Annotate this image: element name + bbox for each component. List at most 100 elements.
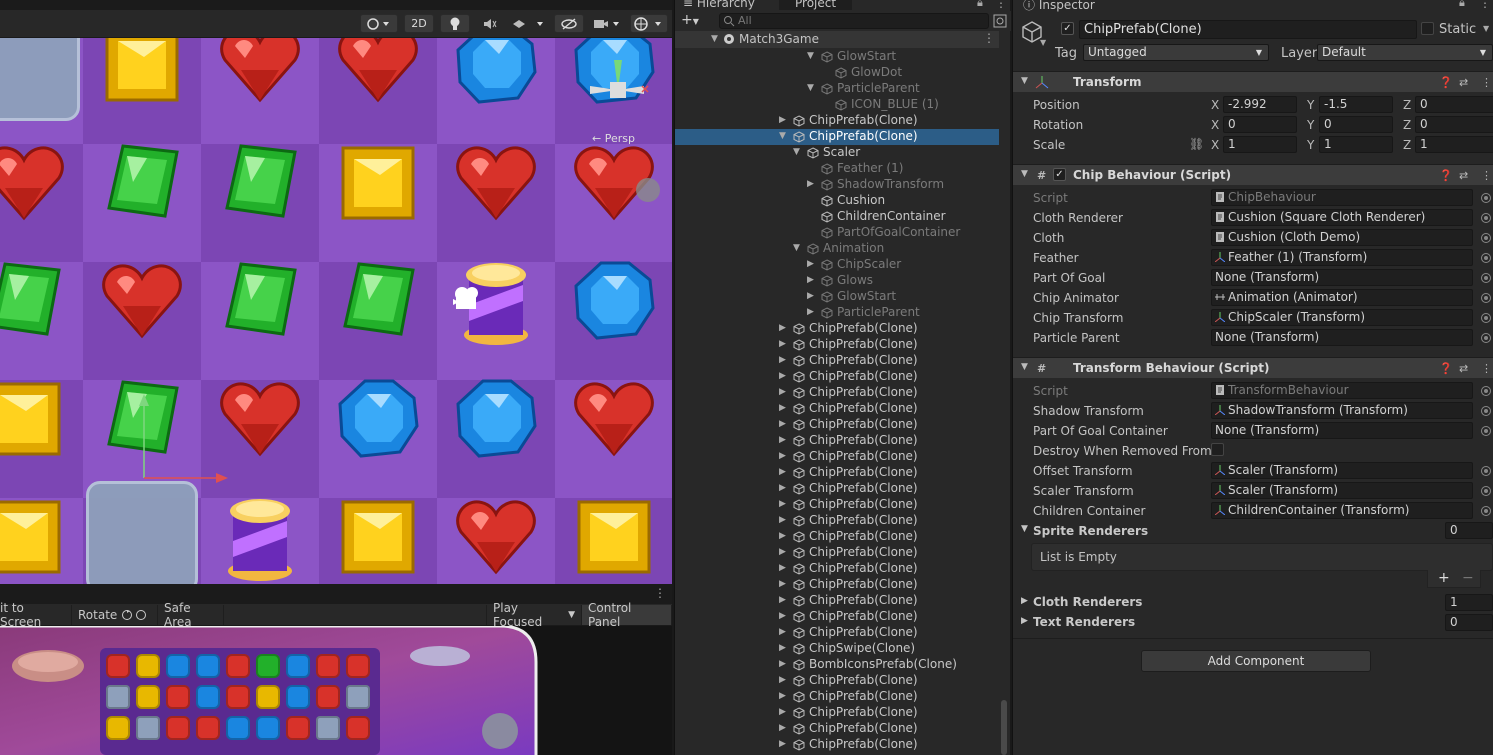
- scale-x-field[interactable]: 1: [1223, 136, 1297, 153]
- hierarchy-item[interactable]: ▶ ChipPrefab(Clone): [675, 417, 999, 433]
- scene-overlay-handle[interactable]: [636, 178, 660, 202]
- rotation-z-field[interactable]: 0: [1415, 116, 1493, 133]
- object-reference-field[interactable]: Cushion (Square Cloth Renderer): [1211, 209, 1473, 226]
- hierarchy-root-row[interactable]: ▼ Match3Game ⋮: [675, 31, 999, 48]
- object-reference-field[interactable]: Cushion (Cloth Demo): [1211, 229, 1473, 246]
- hierarchy-item[interactable]: Cushion: [675, 193, 999, 209]
- expand-arrow-icon[interactable]: ▼: [793, 147, 800, 157]
- collapse-arrow-icon[interactable]: ▶: [779, 531, 786, 541]
- object-picker-icon[interactable]: [1481, 233, 1491, 243]
- rotate-button[interactable]: Rotate: [72, 605, 158, 625]
- gem-green[interactable]: [0, 260, 65, 342]
- gem-yellow[interactable]: [337, 142, 419, 224]
- object-picker-icon[interactable]: [1481, 466, 1491, 476]
- expand-arrow-icon[interactable]: ▼: [779, 131, 786, 141]
- collapse-arrow-icon[interactable]: ▶: [779, 595, 786, 605]
- hierarchy-item[interactable]: ▶ ChipPrefab(Clone): [675, 545, 999, 561]
- object-reference-field[interactable]: None (Transform): [1211, 422, 1473, 439]
- orientation-gizmo[interactable]: [584, 50, 654, 130]
- component-menu-icon[interactable]: ⋮: [1481, 76, 1492, 89]
- object-picker-icon[interactable]: [1481, 406, 1491, 416]
- gem-blue[interactable]: [455, 378, 537, 460]
- hierarchy-item[interactable]: ▶ Glows: [675, 273, 999, 289]
- object-picker-icon[interactable]: [1481, 213, 1491, 223]
- hierarchy-item[interactable]: ▶ ChipPrefab(Clone): [675, 433, 999, 449]
- text-renderers-label[interactable]: Text Renderers: [1033, 615, 1135, 629]
- expand-arrow-icon[interactable]: ▼: [807, 83, 814, 93]
- fold-arrow-icon[interactable]: ▼: [1021, 76, 1028, 86]
- empty-slot[interactable]: [0, 38, 80, 121]
- game-panel-menu-icon[interactable]: ⋮: [654, 586, 666, 600]
- chip-behaviour-enabled-checkbox[interactable]: ✓: [1053, 168, 1066, 181]
- collapse-arrow-icon[interactable]: ▶: [779, 659, 786, 669]
- collapse-arrow-icon[interactable]: ▶: [779, 627, 786, 637]
- hierarchy-item[interactable]: ▶ ChipPrefab(Clone): [675, 465, 999, 481]
- scale-y-field[interactable]: 1: [1319, 136, 1393, 153]
- 2d-toggle-button[interactable]: 2D: [404, 14, 434, 33]
- hierarchy-item[interactable]: PartOfGoalContainer: [675, 225, 999, 241]
- hierarchy-item[interactable]: GlowDot: [675, 65, 999, 81]
- object-reference-field[interactable]: ChildrenContainer (Transform): [1211, 502, 1473, 519]
- camera-dropdown[interactable]: [590, 14, 626, 33]
- gem-heart[interactable]: [455, 496, 537, 578]
- transform-behaviour-header[interactable]: ▼ # Transform Behaviour (Script) ❓ ⇄ ⋮: [1013, 357, 1493, 378]
- hierarchy-item[interactable]: ▶ ChipPrefab(Clone): [675, 721, 999, 737]
- object-picker-icon[interactable]: [1481, 193, 1491, 203]
- object-reference-field[interactable]: Animation (Animator): [1211, 289, 1473, 306]
- axis-x-label[interactable]: X: [1211, 98, 1219, 112]
- gem-heart[interactable]: [573, 378, 655, 460]
- hierarchy-item[interactable]: ICON_BLUE (1): [675, 97, 999, 113]
- fit-to-screen-button[interactable]: it to Screen: [0, 601, 72, 629]
- collapse-arrow-icon[interactable]: ▶: [779, 547, 786, 557]
- axis-z-label[interactable]: Z: [1403, 138, 1411, 152]
- hierarchy-item[interactable]: ▶ ChipSwipe(Clone): [675, 641, 999, 657]
- collapse-arrow-icon[interactable]: ▶: [807, 307, 814, 317]
- sprite-renderers-label[interactable]: Sprite Renderers: [1033, 524, 1148, 538]
- scene-view[interactable]: 2D ← Persp: [0, 0, 672, 604]
- collapse-arrow-icon[interactable]: ▶: [779, 339, 786, 349]
- hierarchy-item[interactable]: ▶ ShadowTransform: [675, 177, 999, 193]
- hierarchy-item[interactable]: ChildrenContainer: [675, 209, 999, 225]
- collapse-arrow-icon[interactable]: ▶: [807, 291, 814, 301]
- shading-mode-button[interactable]: [360, 14, 398, 33]
- static-checkbox[interactable]: [1421, 22, 1434, 35]
- lighting-toggle-button[interactable]: [440, 14, 470, 33]
- collapse-arrow-icon[interactable]: ▶: [779, 387, 786, 397]
- gem-green[interactable]: [101, 378, 183, 460]
- object-picker-icon[interactable]: [1481, 293, 1491, 303]
- gem-yellow[interactable]: [0, 496, 65, 578]
- remove-element-icon[interactable]: −: [1462, 570, 1474, 586]
- active-checkbox[interactable]: ✓: [1061, 22, 1074, 35]
- cloth-renderers-size-field[interactable]: 1: [1445, 594, 1493, 611]
- collapse-arrow-icon[interactable]: ▶: [779, 451, 786, 461]
- text-renderers-fold-icon[interactable]: ▶: [1021, 616, 1028, 626]
- gem-green[interactable]: [219, 260, 301, 342]
- hierarchy-item[interactable]: ▶ ChipPrefab(Clone): [675, 113, 999, 129]
- hierarchy-item[interactable]: ▶ ChipPrefab(Clone): [675, 593, 999, 609]
- hierarchy-item[interactable]: ▶ ChipPrefab(Clone): [675, 705, 999, 721]
- axis-x-label[interactable]: X: [1211, 118, 1219, 132]
- collapse-arrow-icon[interactable]: ▶: [779, 403, 786, 413]
- gem-yellow[interactable]: [573, 496, 655, 578]
- gem-yellow[interactable]: [337, 496, 419, 578]
- axis-z-label[interactable]: Z: [1403, 118, 1411, 132]
- component-menu-icon[interactable]: ⋮: [1481, 169, 1492, 182]
- root-menu-icon[interactable]: ⋮: [983, 31, 995, 45]
- presets-icon[interactable]: ⇄: [1459, 76, 1468, 89]
- effects-dropdown[interactable]: [508, 14, 550, 33]
- collapse-arrow-icon[interactable]: ▶: [779, 563, 786, 573]
- hierarchy-item[interactable]: ▶ ChipPrefab(Clone): [675, 689, 999, 705]
- gem-green[interactable]: [219, 142, 301, 224]
- object-reference-field[interactable]: ShadowTransform (Transform): [1211, 402, 1473, 419]
- object-name-field[interactable]: ChipPrefab(Clone): [1079, 20, 1417, 39]
- hierarchy-item[interactable]: ▶ ChipPrefab(Clone): [675, 625, 999, 641]
- gem-blue[interactable]: [573, 260, 655, 342]
- collapse-arrow-icon[interactable]: ▶: [779, 515, 786, 525]
- control-panel-button[interactable]: Control Panel: [582, 601, 672, 629]
- rotation-y-field[interactable]: 0: [1319, 116, 1393, 133]
- presets-icon[interactable]: ⇄: [1459, 169, 1468, 182]
- object-reference-field[interactable]: None (Transform): [1211, 329, 1473, 346]
- collapse-arrow-icon[interactable]: ▶: [779, 579, 786, 589]
- gizmos-dropdown[interactable]: [630, 14, 668, 33]
- object-reference-field[interactable]: Scaler (Transform): [1211, 462, 1473, 479]
